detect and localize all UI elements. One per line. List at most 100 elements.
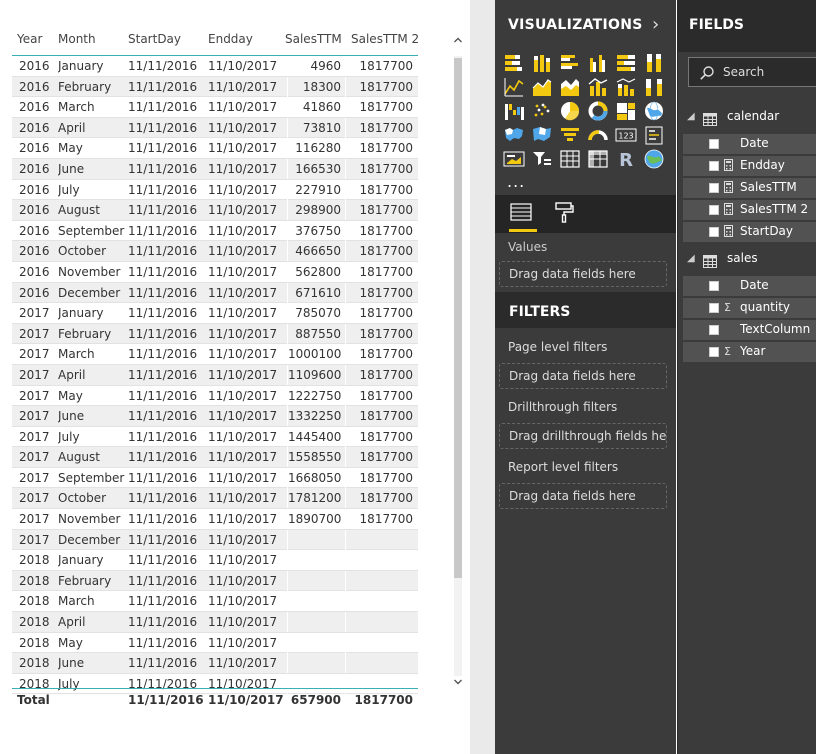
table-node-sales[interactable]: ◢ sales [678,249,816,271]
table-row[interactable]: 2016 November 11/11/2016 11/10/2017 562800 18… [12,261,418,283]
field-checkbox[interactable] [709,281,719,291]
table-row[interactable]: 2017 June 11/11/2016 11/10/2017 1332250 18177… [12,406,418,427]
table-row[interactable]: 2018 February 11/11/2016 11/10/2017 [12,570,418,592]
stacked-area-icon[interactable] [559,76,581,98]
scroll-thumb[interactable] [454,58,462,578]
field-item[interactable]: TextColumn [683,320,816,340]
table-row[interactable]: 2018 May 11/11/2016 11/10/2017 [12,632,418,654]
collapse-pane-icon[interactable]: › [652,14,659,35]
field-item[interactable]: Date [683,276,816,296]
table-scrollbar[interactable] [452,34,464,694]
donut-icon[interactable] [587,100,609,122]
table-row[interactable]: 2017 May 11/11/2016 11/10/2017 1222750 181770… [12,385,418,407]
waterfall-icon[interactable] [503,100,525,122]
field-checkbox[interactable] [709,325,719,335]
table-row[interactable]: 2016 February 11/11/2016 11/10/2017 18300 181… [12,76,418,98]
table-row[interactable]: 2018 January 11/11/2016 11/10/2017 [12,550,418,571]
table-row[interactable]: 2016 January 11/11/2016 11/10/2017 4960 18177… [12,56,418,77]
clustered-bar-icon[interactable] [559,52,581,74]
chevron-down-icon[interactable]: ◢ [687,111,695,122]
card-icon[interactable]: 123 [615,124,637,146]
table-row[interactable]: 2016 March 11/11/2016 11/10/2017 41860 181770… [12,97,418,118]
field-checkbox[interactable] [709,139,719,149]
column-header-endday[interactable]: Endday [208,28,288,53]
field-item[interactable]: Endday [683,156,816,176]
table-row[interactable]: 2016 July 11/11/2016 11/10/2017 227910 181770… [12,179,418,201]
clustered-column-icon[interactable] [587,52,609,74]
ribbon-icon[interactable] [643,76,665,98]
gauge-icon[interactable] [587,124,609,146]
globe-map-icon[interactable] [643,100,665,122]
table-row[interactable]: 2017 March 11/11/2016 11/10/2017 1000100 1817… [12,344,418,365]
field-checkbox[interactable] [709,347,719,357]
multi-row-card-icon[interactable] [643,124,665,146]
stacked-bar-icon[interactable] [503,52,525,74]
table-visual[interactable]: Year Month StartDay Endday SalesTTM Sale… [12,28,418,718]
table-row[interactable]: 2016 April 11/11/2016 11/10/2017 73810 181770… [12,117,418,139]
chevron-down-icon[interactable] [452,676,464,692]
field-item[interactable]: Σ Year [683,342,816,362]
column-header-salesttm[interactable]: SalesTTM [285,28,345,53]
field-item[interactable]: Date [683,134,816,154]
field-item[interactable]: SalesTTM 2 [683,200,816,220]
table-row[interactable]: 2018 March 11/11/2016 11/10/2017 [12,591,418,613]
slicer-icon[interactable] [531,148,553,170]
drillthrough-dropzone[interactable]: Drag drillthrough fields here [499,423,667,449]
r-visual-icon[interactable]: R [615,148,637,170]
table-row[interactable]: 2016 August 11/11/2016 11/10/2017 298900 1817… [12,200,418,221]
line-clustered-column-icon[interactable] [587,76,609,98]
table-row[interactable]: 2017 July 11/11/2016 11/10/2017 1445400 18177… [12,426,418,448]
pie-icon[interactable] [559,100,581,122]
kpi-icon[interactable] [503,148,525,170]
100-stacked-column-icon[interactable] [643,52,665,74]
matrix-icon[interactable] [587,148,609,170]
table-row[interactable]: 2017 April 11/11/2016 11/10/2017 1109600 1817… [12,364,418,386]
table-row[interactable]: 2016 September 11/11/2016 11/10/2017 376750 1… [12,220,418,242]
field-item[interactable]: StartDay [683,222,816,242]
page-filters-dropzone[interactable]: Drag data fields here [499,363,667,389]
column-header-startday[interactable]: StartDay [128,28,208,53]
field-checkbox[interactable] [709,303,719,313]
format-paint-roller-icon[interactable] [553,200,577,230]
table-row[interactable]: 2017 January 11/11/2016 11/10/2017 785070 181… [12,303,418,324]
column-header-salesttm2[interactable]: SalesTTM 2 [351,28,418,53]
field-checkbox[interactable] [709,161,719,171]
table-node-calendar[interactable]: ◢ calendar [678,107,816,129]
table-row[interactable]: 2016 October 11/11/2016 11/10/2017 466650 181… [12,241,418,262]
fields-tab-icon[interactable] [509,200,537,230]
column-header-year[interactable]: Year [17,28,53,53]
funnel-icon[interactable] [559,124,581,146]
chevron-up-icon[interactable] [452,34,464,50]
fields-search-box[interactable] [688,57,816,87]
treemap-icon[interactable] [615,100,637,122]
table-row[interactable]: 2018 April 11/11/2016 11/10/2017 [12,612,418,633]
more-visuals-icon[interactable]: ... [507,172,525,191]
report-filters-dropzone[interactable]: Drag data fields here [499,483,667,509]
table-row[interactable]: 2016 December 11/11/2016 11/10/2017 671610 18… [12,282,418,304]
table-row[interactable]: 2018 June 11/11/2016 11/10/2017 [12,653,418,674]
table-row[interactable]: 2017 October 11/11/2016 11/10/2017 1781200 18… [12,488,418,510]
line-icon[interactable] [503,76,525,98]
table-row[interactable]: 2016 May 11/11/2016 11/10/2017 116280 1817700 [12,138,418,159]
table-row[interactable]: 2017 September 11/11/2016 11/10/2017 1668050… [12,467,418,489]
line-stacked-column-icon[interactable] [615,76,637,98]
shape-map-icon[interactable] [531,124,553,146]
filled-map-icon[interactable] [503,124,525,146]
arcgis-icon[interactable] [643,148,665,170]
field-checkbox[interactable] [709,205,719,215]
column-header-month[interactable]: Month [58,28,128,53]
field-item[interactable]: Σquantity [683,298,816,318]
field-checkbox[interactable] [709,183,719,193]
values-dropzone[interactable]: Drag data fields here [499,261,667,287]
table-row[interactable]: 2016 June 11/11/2016 11/10/2017 166530 181770… [12,158,418,180]
field-checkbox[interactable] [709,227,719,237]
table-row[interactable]: 2017 December 11/11/2016 11/10/2017 [12,529,418,551]
field-item[interactable]: SalesTTM [683,178,816,198]
100-stacked-bar-icon[interactable] [615,52,637,74]
scatter-icon[interactable] [531,100,553,122]
search-input[interactable] [723,63,816,81]
table-icon[interactable] [559,148,581,170]
stacked-column-icon[interactable] [531,52,553,74]
area-icon[interactable] [531,76,553,98]
table-row[interactable]: 2017 November 11/11/2016 11/10/2017 1890700 1… [12,509,418,530]
